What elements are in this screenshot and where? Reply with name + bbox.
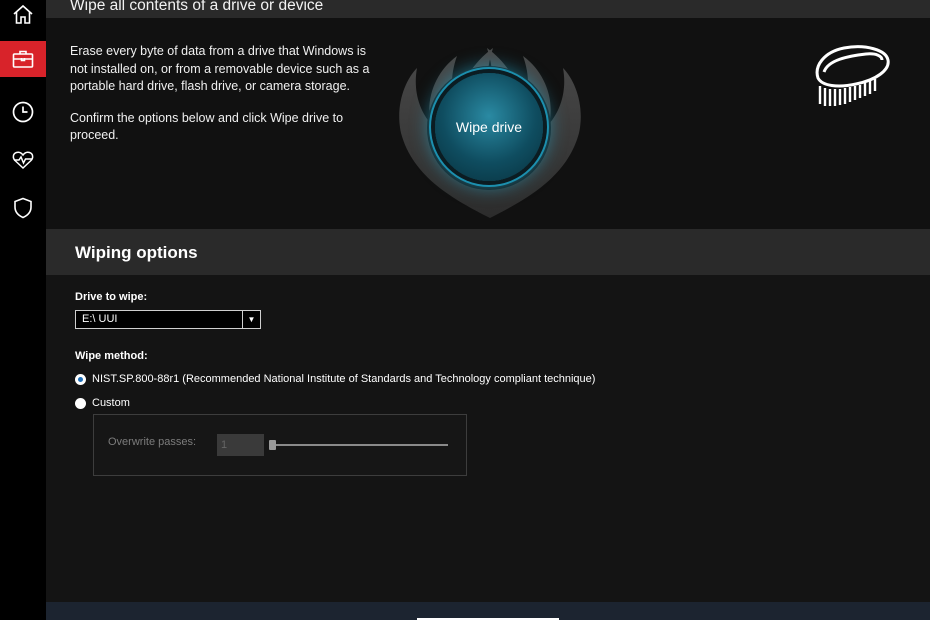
clock-icon [12, 101, 34, 123]
custom-radio[interactable] [75, 397, 86, 409]
nav-history[interactable] [0, 94, 46, 130]
wipe-drive-button[interactable]: Wipe drive [435, 73, 543, 181]
overwrite-passes-label: Overwrite passes: [108, 436, 197, 448]
custom-option-label: Custom [92, 397, 130, 409]
main-panel: Wipe all contents of a drive or device E… [46, 0, 930, 620]
chevron-down-icon[interactable]: ▼ [242, 311, 260, 328]
nav-tools[interactable] [0, 41, 46, 77]
method-nist-option[interactable]: NIST.SP.800-88r1 (Recommended National I… [75, 373, 595, 385]
page-title: Wipe all contents of a drive or device [70, 0, 324, 14]
brush-icon [815, 45, 890, 106]
method-label: Wipe method: [75, 350, 148, 362]
passes-input[interactable]: 1 [217, 434, 264, 456]
instruction-paragraph: Confirm the options below and click Wipe… [70, 110, 344, 143]
home-icon [13, 4, 33, 24]
nist-radio[interactable] [75, 373, 86, 385]
nav-security[interactable] [0, 190, 46, 226]
hero-description: Erase every byte of data from a drive th… [70, 43, 370, 145]
toolbox-icon [12, 50, 34, 68]
nist-option-label: NIST.SP.800-88r1 (Recommended National I… [92, 373, 596, 385]
footer-bar [46, 602, 930, 620]
drive-select[interactable]: E:\ UUI ▼ [75, 310, 261, 329]
nav-health[interactable] [0, 142, 46, 178]
passes-slider-thumb[interactable] [269, 440, 276, 450]
wipe-hero: Wipe all contents of a drive or device E… [46, 0, 930, 229]
drive-select-value: E:\ UUI [82, 313, 118, 325]
passes-slider-track[interactable] [272, 444, 448, 446]
method-custom-option[interactable]: Custom [75, 397, 130, 409]
description-paragraph: Erase every byte of data from a drive th… [70, 44, 370, 93]
drive-label: Drive to wipe: [75, 291, 148, 303]
nav-home[interactable] [0, 0, 46, 33]
shield-icon [14, 197, 32, 219]
custom-options-panel: Overwrite passes: 1 [93, 414, 467, 476]
heartbeat-icon [12, 151, 34, 170]
sidebar-nav [0, 0, 46, 620]
options-title: Wiping options [75, 243, 198, 262]
options-header: Wiping options [46, 229, 930, 275]
